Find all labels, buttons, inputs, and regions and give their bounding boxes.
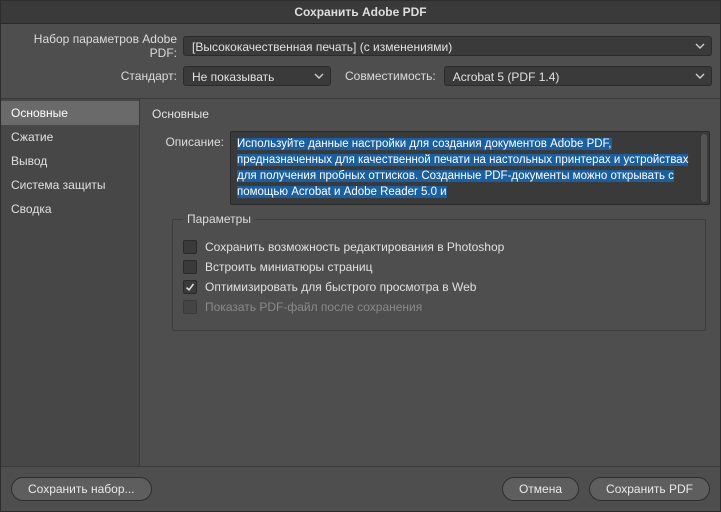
main-panel: Основные Описание: Используйте данные на… [140,99,720,466]
sidebar: ОсновныеСжатиеВыводСистема защитыСводка [1,99,140,466]
chevron-down-icon [695,41,705,51]
checkbox-row[interactable]: Встроить миниатюры страниц [183,260,695,274]
checkbox-icon [183,300,197,314]
checkbox-row[interactable]: Оптимизировать для быстрого просмотра в … [183,280,695,294]
checkbox-label: Оптимизировать для быстрого просмотра в … [205,280,476,294]
checkbox-label: Показать PDF-файл после сохранения [205,300,422,314]
scrollbar[interactable] [701,134,707,202]
sidebar-item[interactable]: Основные [1,101,139,125]
save-pdf-button[interactable]: Сохранить PDF [589,477,710,501]
chevron-down-icon [314,71,324,81]
save-pdf-dialog: Сохранить Adobe PDF Набор параметров Ado… [0,0,721,512]
standard-dropdown[interactable]: Не показывать [183,66,331,86]
description-textarea[interactable]: Используйте данные настройки для создани… [230,131,710,205]
standard-label: Стандарт: [9,69,183,83]
description-text: Используйте данные настройки для создани… [237,138,688,198]
standard-value: Не показывать [192,70,274,84]
sidebar-item[interactable]: Система защиты [1,173,139,197]
preset-dropdown[interactable]: [Высококачественная печать] (с изменения… [183,36,712,56]
checkbox-icon[interactable] [183,280,197,294]
sidebar-item[interactable]: Сжатие [1,125,139,149]
top-controls: Набор параметров Adobe PDF: [Высококачес… [1,24,720,99]
cancel-button[interactable]: Отмена [502,477,579,501]
checkbox-icon[interactable] [183,240,197,254]
checkbox-row: Показать PDF-файл после сохранения [183,300,695,314]
checkbox-row[interactable]: Сохранить возможность редактирования в P… [183,240,695,254]
chevron-down-icon [695,71,705,81]
main-title: Основные [152,107,710,121]
compat-label: Совместимость: [345,69,436,83]
compat-dropdown[interactable]: Acrobat 5 (PDF 1.4) [444,66,712,86]
description-label: Описание: [152,131,230,149]
checkbox-icon[interactable] [183,260,197,274]
checkbox-label: Сохранить возможность редактирования в P… [205,240,504,254]
preset-value: [Высококачественная печать] (с изменения… [192,40,452,54]
footer: Сохранить набор... Отмена Сохранить PDF [1,466,720,511]
parameters-fieldset: Параметры Сохранить возможность редактир… [172,219,706,331]
save-preset-button[interactable]: Сохранить набор... [11,477,152,501]
dialog-title: Сохранить Adobe PDF [1,1,720,24]
checkbox-label: Встроить миниатюры страниц [205,260,373,274]
sidebar-item[interactable]: Вывод [1,149,139,173]
preset-label: Набор параметров Adobe PDF: [9,32,183,60]
parameters-legend: Параметры [183,212,255,226]
sidebar-item[interactable]: Сводка [1,197,139,221]
compat-value: Acrobat 5 (PDF 1.4) [453,70,560,84]
